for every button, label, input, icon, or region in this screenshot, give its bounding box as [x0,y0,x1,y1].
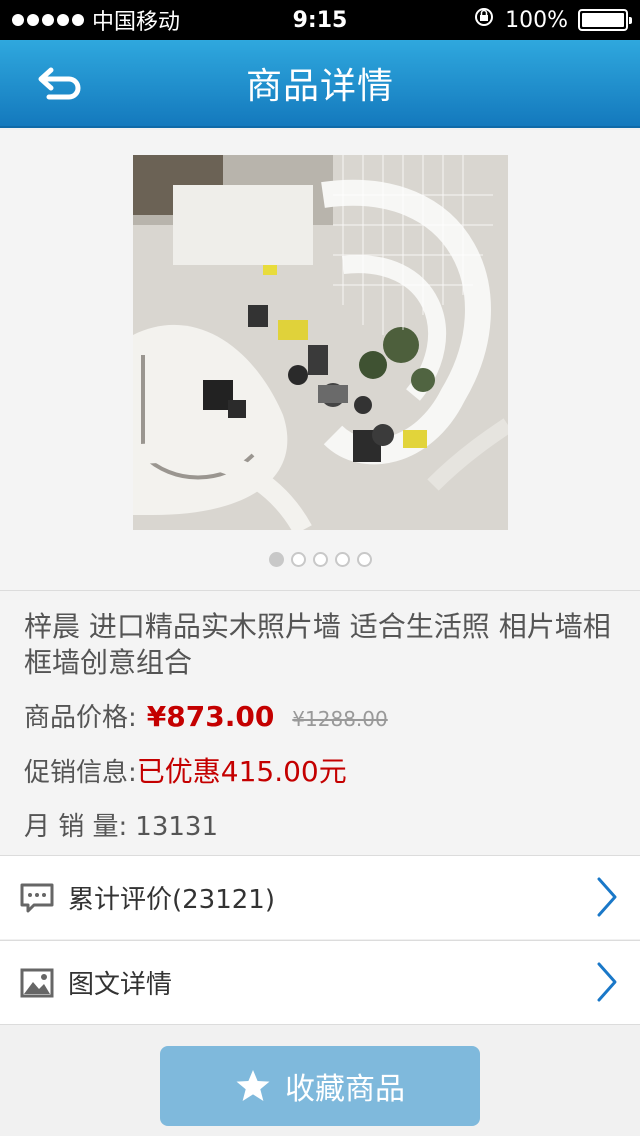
product-gallery[interactable] [0,130,640,590]
status-right: 100% [473,6,632,34]
price-label: 商品价格: [24,703,137,733]
image-icon [20,968,54,998]
favorite-label: 收藏商品 [285,1072,405,1107]
carrier-label: 中国移动 [92,10,181,35]
star-icon [236,1070,270,1101]
chevron-right-icon [597,962,617,1002]
sales-value: 13131 [135,812,219,842]
sales-label: 月 销 量: [24,812,128,842]
page-dot[interactable] [356,552,372,567]
back-arrow-icon [38,67,81,100]
original-price: ¥1288.00 [292,707,388,731]
page-title: 商品详情 [245,66,394,107]
details-row[interactable]: 图文详情 [0,940,640,1024]
signal-icon [12,14,84,26]
gallery-page-indicator[interactable] [0,552,640,567]
battery-icon [578,9,632,31]
product-info: 梓晨 进口精品实木照片墙 适合生活照 相片墙相框墙创意组合 商品价格: ¥873… [0,590,640,855]
page-dot[interactable] [334,552,350,567]
promo-label: 促销信息: [24,758,137,788]
product-title: 梓晨 进口精品实木照片墙 适合生活照 相片墙相框墙创意组合 [24,610,611,679]
rotation-lock-icon [473,6,495,34]
reviews-row[interactable]: 累计评价(23121) [0,855,640,939]
bottom-bar: 收藏商品 [0,1024,640,1136]
promo-value: 已优惠415.00元 [136,755,347,788]
battery-percent: 100% [505,7,568,33]
product-photo [133,155,508,530]
promo-row: 促销信息: 已优惠415.00元 [24,750,616,790]
page-dot[interactable] [268,552,284,567]
status-left: 中国移动 [12,4,180,36]
page-dot[interactable] [312,552,328,567]
back-button[interactable] [30,58,90,110]
chevron-right-icon [597,877,617,917]
sales-row: 月 销 量: 13131 [24,806,616,843]
comment-icon [20,883,54,913]
reviews-label: 累计评价(23121) [68,885,275,915]
page-dot[interactable] [290,552,306,567]
favorite-button[interactable]: 收藏商品 [160,1046,480,1126]
nav-bar: 商品详情 [0,40,640,128]
details-label: 图文详情 [68,970,173,1000]
price-row: 商品价格: ¥873.00 ¥1288.00 [24,697,616,734]
status-bar: 中国移动 9:15 100% [0,0,640,40]
product-image[interactable] [133,155,508,530]
current-price: ¥873.00 [146,700,275,733]
